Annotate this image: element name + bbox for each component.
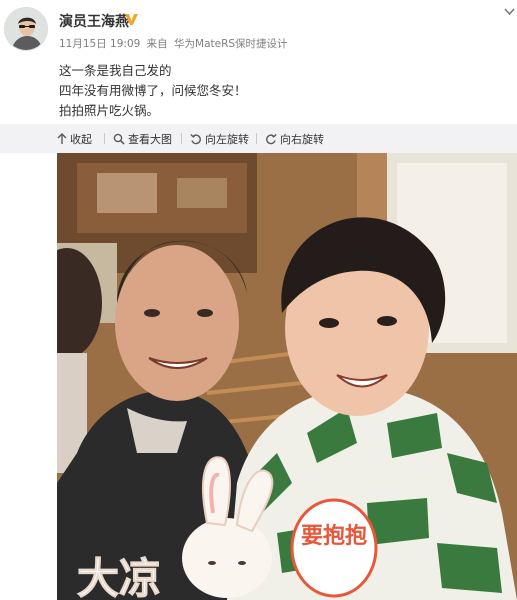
post-text: 这一条是我自己发的 四年没有用微博了，问候您冬安！ 拍拍照片吃火锅。	[59, 61, 247, 121]
post-text-line: 四年没有用微博了，问候您冬安！	[59, 83, 247, 98]
post-meta: 11月15日 19:09 来自 华为MateRS保时捷设计	[59, 36, 291, 51]
toolbar-divider	[256, 133, 257, 144]
view-large-button[interactable]: 查看大图	[113, 131, 172, 147]
toolbar-divider	[181, 133, 182, 144]
source-device[interactable]: 华为MateRS保时捷设计	[174, 38, 288, 50]
sticker-text-left: 大凉	[77, 554, 161, 600]
author-avatar[interactable]	[4, 7, 48, 51]
source-prefix: 来自	[146, 38, 168, 50]
magnify-icon	[113, 133, 125, 145]
toolbar-divider	[104, 133, 105, 144]
sticker-text-right: 要抱抱	[301, 523, 367, 549]
collapse-button[interactable]: 收起	[57, 131, 92, 147]
post-text-line: 拍拍照片吃火锅。	[59, 103, 160, 118]
post-header: 演员王海燕 11月15日 19:09 来自 华为MateRS保时捷设计 这一条是…	[0, 0, 517, 124]
post-text-line: 这一条是我自己发的	[59, 63, 172, 78]
post-timestamp[interactable]: 11月15日 19:09	[59, 38, 140, 50]
chevron-down-icon[interactable]	[504, 7, 515, 16]
rotate-right-icon	[266, 134, 277, 145]
post-photo[interactable]: 要抱抱 大凉	[57, 153, 517, 600]
rotate-left-button[interactable]: 向左旋转	[190, 131, 249, 147]
media-toolbar: 收起 查看大图 向左旋转 向右旋转	[0, 124, 517, 153]
rotate-right-label: 向右旋转	[280, 133, 324, 146]
author-name[interactable]: 演员王海燕	[59, 11, 129, 31]
rotate-left-label: 向左旋转	[205, 133, 249, 146]
verified-badge-icon	[125, 14, 138, 25]
user-avatar-icon	[5, 8, 47, 50]
view-large-label: 查看大图	[128, 133, 172, 146]
rotate-left-icon	[190, 134, 201, 145]
rotate-right-button[interactable]: 向右旋转	[265, 131, 324, 147]
selfie-image: 要抱抱 大凉	[57, 153, 517, 600]
collapse-label: 收起	[70, 133, 92, 146]
collapse-up-arrow-icon	[57, 133, 67, 144]
